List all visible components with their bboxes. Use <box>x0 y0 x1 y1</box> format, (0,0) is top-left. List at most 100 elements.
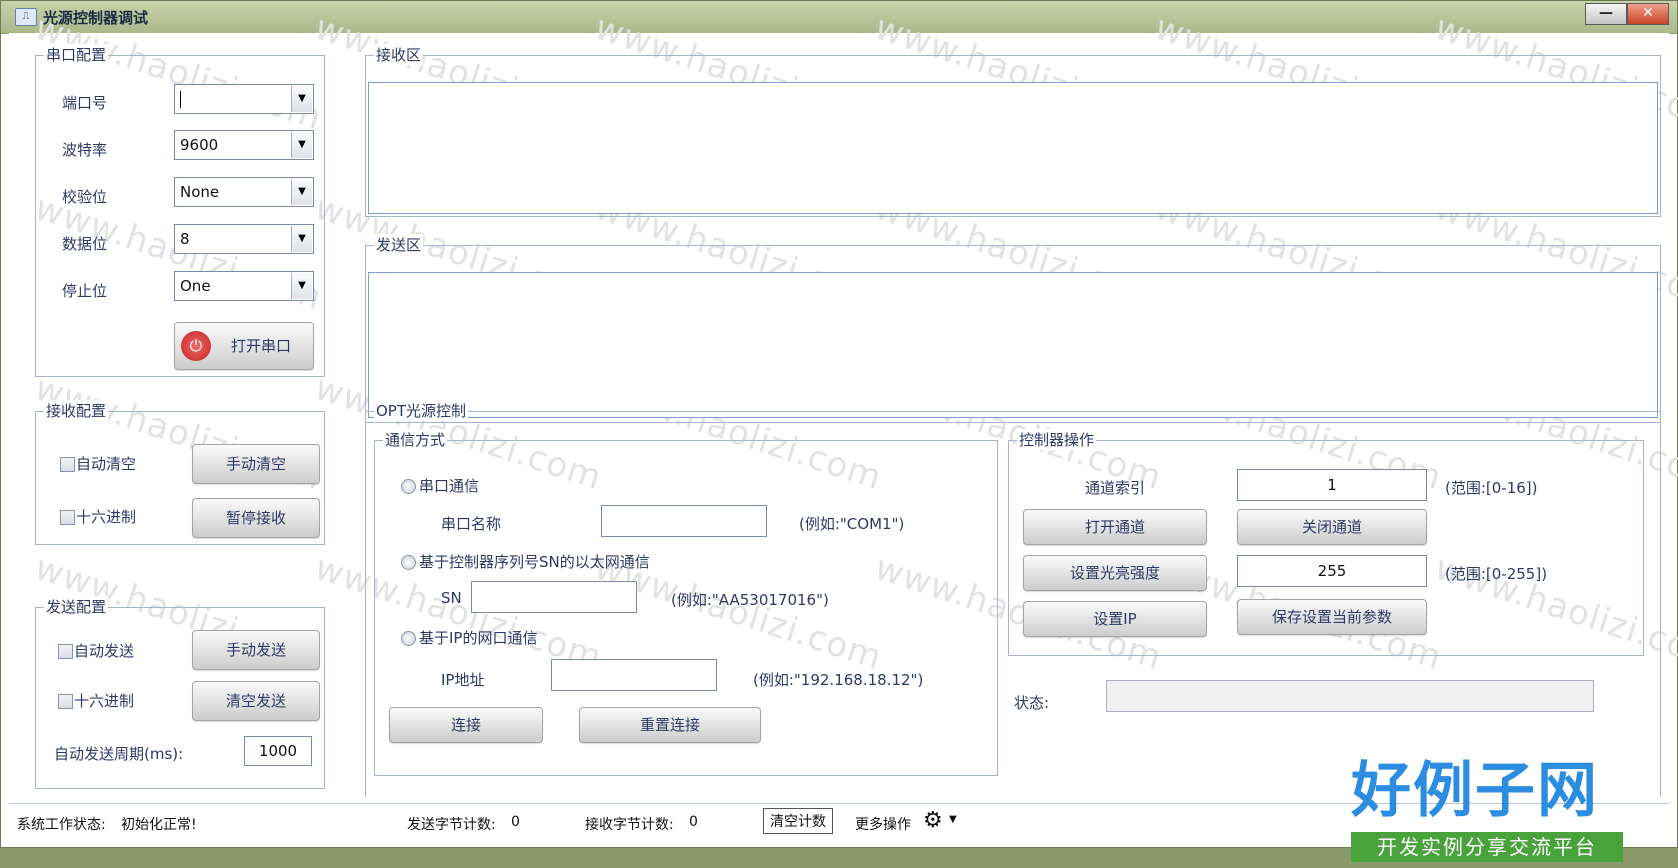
send-config-group: 发送配置 自动发送 手动发送 十六进制 清空发送 自动发送周期(ms): 100… <box>35 596 325 789</box>
databits-value: 8 <box>180 230 190 248</box>
auto-clear-checkbox[interactable] <box>60 457 75 472</box>
reconnect-button[interactable]: 重置连接 <box>579 707 761 743</box>
site-logo: 好例子网 开发实例分享交流平台 <box>1351 758 1623 868</box>
chevron-down-icon[interactable]: ▼ <box>291 86 312 112</box>
serial-name-input[interactable] <box>601 505 767 537</box>
pause-receive-button[interactable]: 暂停接收 <box>192 498 320 538</box>
databits-combo[interactable]: 8 ▼ <box>174 224 314 254</box>
recv-count-label: 接收字节计数: <box>585 817 674 833</box>
ip-input[interactable] <box>551 659 717 691</box>
serial-name-example: (例如:"COM1") <box>799 515 905 533</box>
set-ip-button[interactable]: 设置IP <box>1023 601 1207 637</box>
databits-label: 数据位 <box>62 235 108 253</box>
serial-name-label: 串口名称 <box>441 515 502 533</box>
clear-count-button[interactable]: 清空计数 <box>763 808 833 834</box>
parity-value: None <box>180 183 220 201</box>
client-area: www.haolizi.com www.haolizi.com www.haoliz… <box>9 8 1678 862</box>
save-params-button[interactable]: 保存设置当前参数 <box>1237 599 1427 635</box>
open-serial-label: 打开串口 <box>231 337 292 355</box>
ip-comm-label: 基于IP的网口通信 <box>419 629 538 647</box>
receive-hex-label: 十六进制 <box>76 508 137 526</box>
system-status-value: 初始化正常! <box>121 817 197 833</box>
receive-area-legend: 接收区 <box>374 44 424 65</box>
send-area-group: 发送区 <box>365 234 1661 423</box>
channel-index-input[interactable]: 1 <box>1237 469 1427 501</box>
title-bar: ⎍ 光源控制器调试 — ✕ <box>1 1 1677 34</box>
ip-label: IP地址 <box>441 671 485 689</box>
channel-index-label: 通道索引 <box>1085 479 1146 497</box>
stopbits-value: One <box>180 277 211 295</box>
brightness-input[interactable]: 255 <box>1237 555 1427 587</box>
send-period-label: 自动发送周期(ms): <box>54 745 184 763</box>
send-period-input[interactable]: 1000 <box>244 736 312 766</box>
close-button[interactable]: ✕ <box>1627 3 1669 25</box>
gear-icon[interactable]: ⚙ <box>923 808 943 833</box>
opt-control-group: OPT光源控制 通信方式 串口通信 串口名称 (例如:"COM1") 基于控制器… <box>365 400 1661 797</box>
minimize-button[interactable]: — <box>1585 3 1627 25</box>
set-brightness-button[interactable]: 设置光亮强度 <box>1023 555 1207 591</box>
chevron-down-icon[interactable]: ▼ <box>291 273 312 299</box>
chevron-down-icon[interactable]: ▼ <box>949 814 957 825</box>
receive-area-group: 接收区 <box>365 44 1661 217</box>
sn-comm-radio[interactable] <box>401 555 416 570</box>
status-label: 状态: <box>1014 694 1050 712</box>
receive-hex-checkbox[interactable] <box>60 510 75 525</box>
send-count-label: 发送字节计数: <box>407 817 496 833</box>
sn-input[interactable] <box>471 581 637 613</box>
port-label: 端口号 <box>62 94 108 112</box>
app-icon: ⎍ <box>15 8 37 26</box>
channel-range: (范围:[0-16]) <box>1445 479 1538 497</box>
serial-config-group: 串口配置 端口号 ▼ 波特率 9600 ▼ 校验位 None ▼ 数据位 8 ▼ <box>35 44 325 377</box>
sn-comm-label: 基于控制器序列号SN的以太网通信 <box>419 553 650 571</box>
open-channel-button[interactable]: 打开通道 <box>1023 509 1207 545</box>
more-ops-label[interactable]: 更多操作 <box>855 814 911 834</box>
port-combo[interactable]: ▼ <box>174 84 314 114</box>
send-config-legend: 发送配置 <box>44 596 109 617</box>
send-area-legend: 发送区 <box>374 234 424 255</box>
chevron-down-icon[interactable]: ▼ <box>291 226 312 252</box>
close-channel-button[interactable]: 关闭通道 <box>1237 509 1427 545</box>
open-serial-button[interactable]: ⏻ 打开串口 <box>174 322 314 370</box>
controller-ops-legend: 控制器操作 <box>1017 429 1097 450</box>
send-textarea[interactable] <box>368 272 1658 418</box>
auto-send-label: 自动发送 <box>74 642 135 660</box>
status-field <box>1106 680 1594 712</box>
main-window: ⎍ 光源控制器调试 — ✕ www.haolizi.com www.haolizi… <box>0 0 1678 862</box>
baud-combo[interactable]: 9600 ▼ <box>174 130 314 160</box>
clear-send-button[interactable]: 清空发送 <box>192 681 320 721</box>
logo-main-text: 好例子网 <box>1351 756 1599 826</box>
manual-send-button[interactable]: 手动发送 <box>192 630 320 670</box>
stopbits-combo[interactable]: One ▼ <box>174 271 314 301</box>
parity-label: 校验位 <box>62 188 108 206</box>
brightness-range: (范围:[0-255]) <box>1445 565 1548 583</box>
comm-mode-legend: 通信方式 <box>383 429 448 450</box>
sn-example: (例如:"AA53017016") <box>671 591 829 609</box>
parity-combo[interactable]: None ▼ <box>174 177 314 207</box>
auto-send-checkbox[interactable] <box>58 644 73 659</box>
comm-mode-group: 通信方式 串口通信 串口名称 (例如:"COM1") 基于控制器序列号SN的以太… <box>374 429 998 776</box>
system-status-label: 系统工作状态: <box>17 817 106 833</box>
auto-clear-label: 自动清空 <box>76 455 137 473</box>
text-cursor <box>180 91 181 108</box>
baud-value: 9600 <box>180 136 219 154</box>
send-hex-checkbox[interactable] <box>58 694 73 709</box>
manual-clear-button[interactable]: 手动清空 <box>192 444 320 484</box>
power-icon: ⏻ <box>181 331 211 361</box>
chevron-down-icon[interactable]: ▼ <box>291 179 312 205</box>
chevron-down-icon[interactable]: ▼ <box>291 132 312 158</box>
window-title: 光源控制器调试 <box>43 9 149 27</box>
connect-button[interactable]: 连接 <box>389 707 543 743</box>
ip-comm-radio[interactable] <box>401 631 416 646</box>
baud-label: 波特率 <box>62 141 108 159</box>
serial-comm-radio[interactable] <box>401 479 416 494</box>
send-count-value: 0 <box>511 814 520 830</box>
receive-config-legend: 接收配置 <box>44 400 109 421</box>
receive-config-group: 接收配置 自动清空 手动清空 十六进制 暂停接收 <box>35 400 325 545</box>
controller-ops-group: 控制器操作 通道索引 1 (范围:[0-16]) 打开通道 关闭通道 设置光亮强… <box>1008 429 1644 656</box>
recv-count-value: 0 <box>689 814 698 830</box>
ip-example: (例如:"192.168.18.12") <box>753 671 924 689</box>
receive-textarea[interactable] <box>368 82 1658 214</box>
opt-control-legend: OPT光源控制 <box>374 400 469 421</box>
serial-config-legend: 串口配置 <box>44 44 109 65</box>
sn-label: SN <box>441 589 462 607</box>
